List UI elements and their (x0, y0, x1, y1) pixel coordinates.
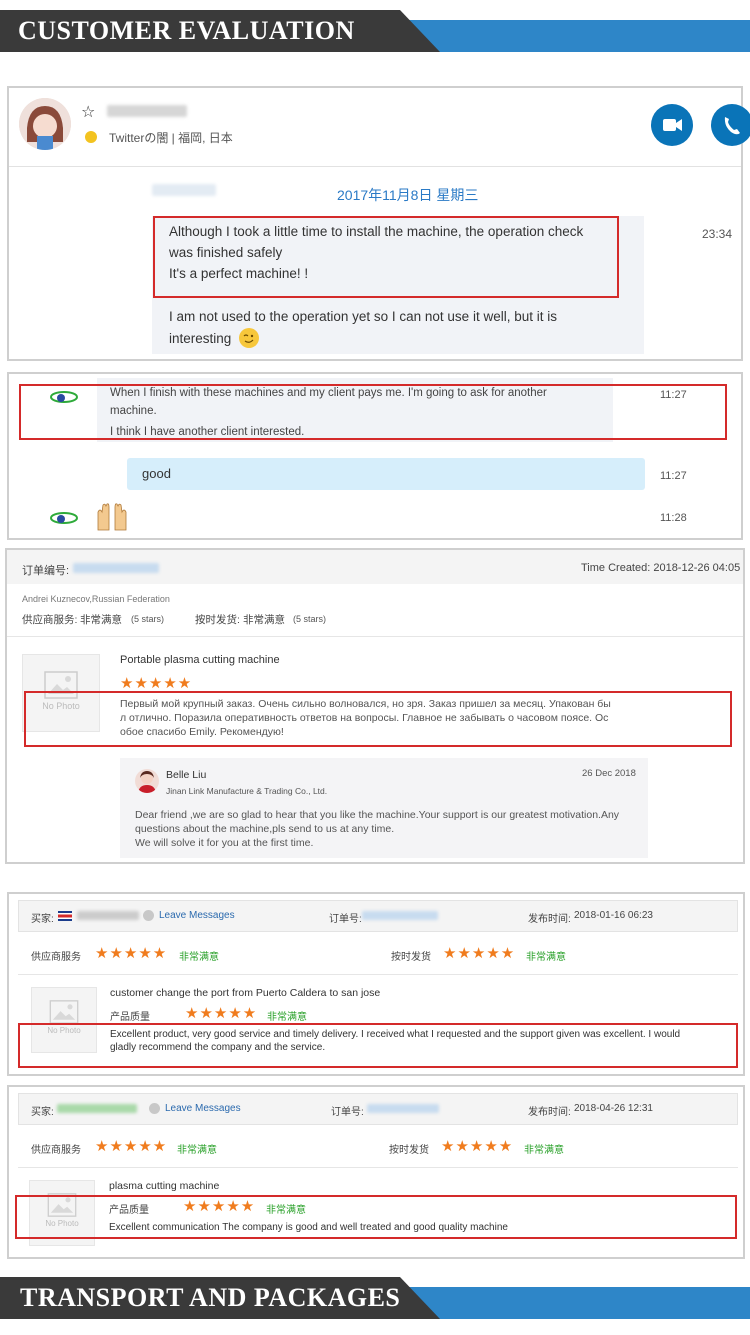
service-value: 非常满意 (179, 952, 219, 963)
service-rating-label: 供应商服务: (22, 614, 78, 626)
quality-stars: ★★★★★ (185, 1005, 258, 1022)
buyer-name-redacted (77, 911, 139, 920)
message-icon (149, 1103, 160, 1114)
product-name[interactable]: customer change the port from Puerto Cal… (110, 987, 380, 999)
shipping-rating-stars: (5 stars) (293, 614, 327, 624)
sender-name-redacted (152, 184, 216, 196)
highlight-box (24, 691, 732, 747)
shipping-rating-label: 按时发货: (195, 614, 240, 626)
supplier-avatar (135, 769, 159, 793)
alibaba-logo-icon (49, 509, 79, 532)
service-label: 供应商服务 (31, 952, 81, 963)
banner-title: TRANSPORT AND PACKAGES (20, 1283, 401, 1312)
message-time: 11:27 (660, 389, 687, 401)
contact-name-redacted (107, 105, 187, 117)
order-number-redacted[interactable] (367, 1104, 439, 1113)
buyer-label: 买家: (31, 1107, 54, 1118)
favorite-star-icon[interactable]: ☆ (81, 102, 95, 122)
order-number-label: 订单号: (331, 1107, 364, 1118)
shipping-label: 按时发货 (389, 1145, 429, 1156)
buyer-info: Andrei Kuznecov,Russian Federation (22, 594, 170, 604)
review-stars: ★★★★★ (120, 675, 193, 692)
status-dot-icon (85, 131, 97, 143)
highlight-box (153, 216, 619, 298)
customer-evaluation-banner: CUSTOMER EVALUATION (0, 10, 750, 52)
order-review-panel-3: 买家: Leave Messages 订单号: 发布时间: 2018-04-26… (7, 1085, 745, 1259)
publish-time-label: 发布时间: (528, 914, 571, 925)
video-call-button[interactable] (651, 104, 693, 146)
shipping-label: 按时发货 (391, 952, 431, 963)
message-2-line2: interesting (169, 331, 232, 346)
quality-value: 非常满意 (267, 1012, 307, 1023)
order-number-label: 订单编号: (22, 565, 70, 577)
outgoing-text: good (142, 466, 171, 481)
order-review-panel-2: 买家: Leave Messages 订单号: 发布时间: 2018-01-16… (7, 892, 745, 1076)
shipping-stars: ★★★★★ (443, 945, 516, 962)
contact-location: Twitterの闇 | 福岡, 日本 (109, 131, 233, 145)
shipping-rating-value: 非常满意 (243, 614, 285, 626)
order-review-panel-1: 订单编号: Time Created: 2018-12-26 04:05 And… (5, 548, 745, 864)
leave-messages-link[interactable]: Leave Messages (165, 1103, 241, 1114)
reply-line3: We will solve it for you at the first ti… (135, 837, 314, 849)
publish-time-label: 发布时间: (528, 1107, 571, 1118)
divider (7, 636, 743, 637)
divider (18, 974, 738, 975)
service-stars: ★★★★★ (95, 1138, 168, 1155)
banner-title: CUSTOMER EVALUATION (18, 16, 355, 45)
message-time: 23:34 (702, 227, 733, 241)
shipping-value: 非常满意 (526, 952, 566, 963)
publish-time: 2018-04-26 12:31 (574, 1103, 653, 1114)
buyer-name-redacted (57, 1104, 137, 1113)
service-rating-stars: (5 stars) (131, 614, 165, 624)
smile-emoji-icon (239, 328, 259, 348)
header-divider (9, 166, 741, 167)
order-number-label: 订单号: (329, 914, 362, 925)
service-stars: ★★★★★ (95, 945, 168, 962)
costa-rica-flag-icon (58, 911, 72, 921)
reply-line2: questions about the machine,pls send to … (135, 823, 395, 835)
quality-label: 产品质量 (110, 1012, 150, 1023)
chat-panel-2: When I finish with these machines and my… (7, 372, 743, 540)
service-value: 非常满意 (177, 1145, 217, 1156)
divider (18, 1167, 738, 1168)
supplier-name: Belle Liu (166, 769, 207, 781)
message-icon (143, 910, 154, 921)
buyer-label: 买家: (31, 914, 54, 925)
product-name[interactable]: Portable plasma cutting machine (120, 654, 280, 666)
reply-line1: Dear friend ,we are so glad to hear that… (135, 809, 620, 821)
service-label: 供应商服务 (31, 1145, 81, 1156)
shipping-value: 非常满意 (524, 1145, 564, 1156)
highlight-box (19, 384, 727, 440)
publish-time: 2018-01-16 06:23 (574, 910, 653, 921)
shipping-stars: ★★★★★ (441, 1138, 514, 1155)
outgoing-bubble (127, 458, 645, 490)
message-time: 11:27 (660, 470, 687, 482)
contact-avatar[interactable] (19, 98, 71, 150)
time-created: Time Created: 2018-12-26 04:05 (581, 562, 741, 574)
highlight-box (15, 1195, 737, 1239)
transport-packages-banner: TRANSPORT AND PACKAGES (0, 1277, 750, 1319)
message-2-line1: I am not used to the operation yet so I … (169, 309, 557, 324)
raised-hands-emoji-icon (95, 500, 129, 539)
chat-panel-1: ☆ Twitterの闇 | 福岡, 日本 2017年11月8日 星期三 Alth… (7, 86, 750, 361)
order-number-redacted[interactable] (73, 563, 159, 573)
service-rating-value: 非常满意 (80, 614, 122, 626)
voice-call-button[interactable] (711, 104, 750, 146)
highlight-box (18, 1023, 738, 1068)
order-number-redacted[interactable] (362, 911, 438, 920)
supplier-company: Jinan Link Manufacture & Trading Co., Lt… (166, 786, 328, 796)
leave-messages-link[interactable]: Leave Messages (159, 910, 235, 921)
reply-date: 26 Dec 2018 (582, 768, 636, 779)
message-time: 11:28 (660, 512, 687, 524)
product-name[interactable]: plasma cutting machine (109, 1180, 219, 1192)
chat-date-header: 2017年11月8日 星期三 (337, 187, 479, 203)
